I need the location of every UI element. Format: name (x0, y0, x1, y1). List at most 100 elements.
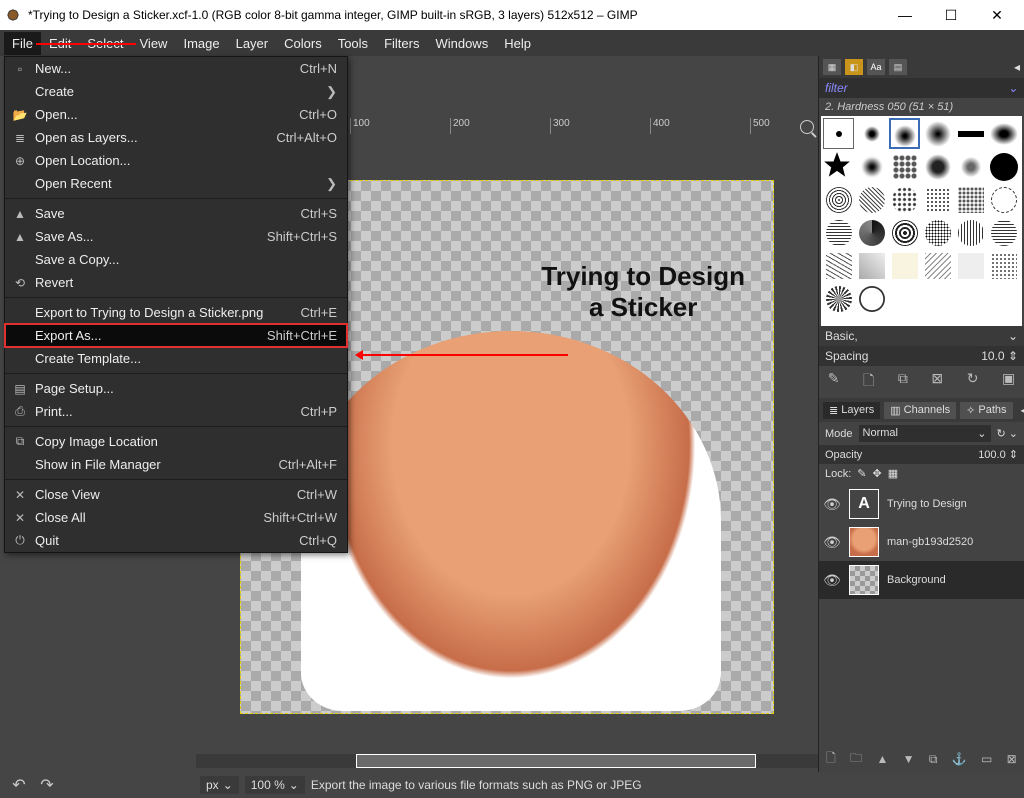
brush-item[interactable] (955, 118, 986, 149)
brush-item[interactable] (889, 184, 920, 215)
brush-spacing-slider[interactable]: Spacing10.0 ⇕ (819, 346, 1024, 366)
layer-opacity-slider[interactable]: Opacity100.0 ⇕ (819, 445, 1024, 464)
menu-copy-image-location[interactable]: ⧉Copy Image Location (5, 430, 347, 453)
brush-item[interactable] (823, 217, 854, 248)
brush-item-selected[interactable] (889, 118, 920, 149)
brush-item[interactable] (922, 118, 953, 149)
visibility-toggle-icon[interactable]: 👁 (823, 572, 841, 589)
brush-item[interactable] (889, 250, 920, 281)
brush-item[interactable] (922, 250, 953, 281)
layer-item[interactable]: 👁 man-gb193d2520 (819, 523, 1024, 561)
duplicate-brush-icon[interactable]: ⧉ (898, 370, 908, 394)
redo-button[interactable]: ↷ (36, 775, 58, 795)
open-as-image-icon[interactable]: ▣ (1002, 370, 1015, 394)
brush-item[interactable] (955, 151, 986, 182)
scrollbar-thumb[interactable] (356, 754, 756, 768)
mask-layer-icon[interactable]: ▭ (981, 752, 992, 766)
brush-item[interactable] (988, 217, 1019, 248)
layer-item-selected[interactable]: 👁 Background (819, 561, 1024, 599)
brush-grid[interactable] (821, 116, 1022, 326)
menu-page-setup[interactable]: ▤Page Setup... (5, 377, 347, 400)
lock-position-icon[interactable]: ✥ (873, 467, 882, 480)
layer-item[interactable]: 👁 A Trying to Design (819, 485, 1024, 523)
brush-item[interactable] (988, 250, 1019, 281)
menu-colors[interactable]: Colors (276, 32, 330, 55)
brush-item[interactable] (889, 151, 920, 182)
brush-item[interactable] (889, 217, 920, 248)
menu-revert[interactable]: ⟲Revert (5, 271, 347, 294)
menu-save-as[interactable]: ▲Save As...Shift+Ctrl+S (5, 225, 347, 248)
navigate-zoom-icon[interactable] (800, 120, 814, 134)
lower-layer-icon[interactable]: ▼ (903, 752, 915, 766)
layer-name[interactable]: Trying to Design (887, 498, 1020, 510)
brush-filter-input[interactable]: filter⌄ (819, 78, 1024, 98)
menu-windows[interactable]: Windows (427, 32, 496, 55)
menu-save[interactable]: ▲SaveCtrl+S (5, 202, 347, 225)
merge-down-icon[interactable]: ⚓ (952, 752, 967, 766)
close-button[interactable]: ✕ (974, 0, 1020, 30)
refresh-brush-icon[interactable]: ↻ (967, 370, 979, 394)
brush-item[interactable] (823, 151, 854, 182)
delete-layer-icon[interactable]: ⊠ (1007, 752, 1017, 766)
menu-layer[interactable]: Layer (228, 32, 277, 55)
brush-item[interactable] (856, 250, 887, 281)
menu-open-location[interactable]: ⊕Open Location... (5, 149, 347, 172)
brush-item[interactable] (856, 151, 887, 182)
layer-name[interactable]: man-gb193d2520 (887, 536, 1020, 548)
lock-pixels-icon[interactable]: ✎ (857, 467, 866, 480)
menu-create-template[interactable]: Create Template... (5, 347, 347, 370)
brush-preset-selector[interactable]: Basic,⌄ (819, 326, 1024, 346)
brush-item[interactable] (922, 184, 953, 215)
maximize-button[interactable]: ☐ (928, 0, 974, 30)
menu-tools[interactable]: Tools (330, 32, 376, 55)
minimize-button[interactable]: — (882, 0, 928, 30)
menu-image[interactable]: Image (175, 32, 227, 55)
brush-item[interactable] (856, 118, 887, 149)
brush-item[interactable] (856, 217, 887, 248)
menu-close-all[interactable]: ✕Close AllShift+Ctrl+W (5, 506, 347, 529)
tab-paths[interactable]: ✧ Paths (960, 402, 1012, 419)
dock-tab-brushes[interactable]: ◧ (845, 59, 863, 75)
brush-item[interactable] (922, 151, 953, 182)
new-layer-icon[interactable]: 🗋 (826, 749, 836, 770)
delete-brush-icon[interactable]: ⊠ (931, 370, 943, 394)
layer-name[interactable]: Background (887, 574, 1020, 586)
menu-export-as[interactable]: Export As...Shift+Ctrl+E (5, 324, 347, 347)
brush-item[interactable] (856, 283, 887, 314)
duplicate-layer-icon[interactable]: ⧉ (929, 752, 938, 767)
menu-filters[interactable]: Filters (376, 32, 427, 55)
menu-show-in-file-manager[interactable]: Show in File ManagerCtrl+Alt+F (5, 453, 347, 476)
menu-save-copy[interactable]: Save a Copy... (5, 248, 347, 271)
unit-selector[interactable]: px⌄ (200, 776, 239, 794)
brush-item[interactable] (955, 184, 986, 215)
menu-export-to[interactable]: Export to Trying to Design a Sticker.png… (5, 301, 347, 324)
brush-item[interactable] (823, 118, 854, 149)
dock-menu-icon[interactable]: ◂ (1021, 403, 1024, 417)
brush-item[interactable] (823, 250, 854, 281)
undo-history-button[interactable]: ↶ (8, 775, 30, 795)
brush-item[interactable] (955, 250, 986, 281)
menu-open[interactable]: 📂Open...Ctrl+O (5, 103, 347, 126)
zoom-selector[interactable]: 100 %⌄ (245, 776, 305, 794)
menu-view[interactable]: View (132, 32, 176, 55)
brush-item[interactable] (988, 151, 1019, 182)
menu-open-as-layers[interactable]: ≣Open as Layers...Ctrl+Alt+O (5, 126, 347, 149)
brush-item[interactable] (922, 217, 953, 248)
tab-channels[interactable]: ▥ Channels (884, 402, 956, 419)
edit-brush-icon[interactable]: ✎ (828, 370, 840, 394)
new-group-icon[interactable]: 🗀 (850, 749, 862, 770)
visibility-toggle-icon[interactable]: 👁 (823, 496, 841, 513)
dock-menu-icon[interactable]: ◂ (1014, 60, 1020, 74)
menu-create[interactable]: Create❯ (5, 80, 347, 103)
menu-print[interactable]: ⎙Print...Ctrl+P (5, 400, 347, 423)
raise-layer-icon[interactable]: ▲ (876, 752, 888, 766)
brush-item[interactable] (955, 217, 986, 248)
menu-open-recent[interactable]: Open Recent❯ (5, 172, 347, 195)
menu-new[interactable]: ▫New...Ctrl+N (5, 57, 347, 80)
brush-item[interactable] (988, 184, 1019, 215)
brush-item[interactable] (823, 184, 854, 215)
dock-tab-fonts[interactable]: Aa (867, 59, 885, 75)
visibility-toggle-icon[interactable]: 👁 (823, 534, 841, 551)
dock-tab-history[interactable]: ▤ (889, 59, 907, 75)
brush-item[interactable] (856, 184, 887, 215)
